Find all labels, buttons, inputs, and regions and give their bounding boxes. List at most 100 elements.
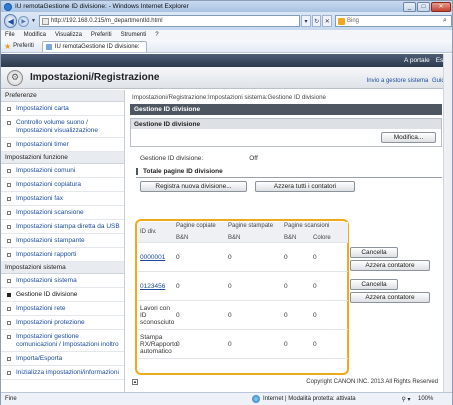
reset-counter-button-row-1[interactable]: Azzera contatore: [350, 260, 430, 271]
sidebar-label: Impostazioni scansione: [16, 209, 84, 216]
sidebar-item[interactable]: Impostazioni copiatura: [1, 178, 124, 192]
cell-scan-bw: 0: [284, 282, 288, 290]
sidebar-label: Impostazioni funzione: [5, 154, 68, 161]
url-dropdown-icon[interactable]: ▾: [301, 15, 311, 27]
cell-print: 0: [228, 340, 232, 348]
stop-icon[interactable]: ✕: [322, 15, 332, 27]
favorites-bar: ★ Preferiti IU remotaGestione ID divisio…: [1, 40, 452, 53]
menu-visualizza[interactable]: Visualizza: [55, 32, 82, 38]
edit-button[interactable]: Modifica...: [381, 132, 436, 143]
sidebar-item[interactable]: Impostazioni rapporti: [1, 248, 124, 262]
ie-icon: [4, 2, 12, 11]
sidebar-item[interactable]: Impostazioni fax: [1, 192, 124, 206]
divider: [136, 177, 442, 178]
reset-counter-button-row-2[interactable]: Azzera contatore: [350, 292, 430, 303]
delete-button-row-1[interactable]: Cancella: [350, 247, 398, 258]
sidebar-label: Impostazioni sistema: [16, 277, 77, 284]
division-id-link[interactable]: 0123456: [138, 283, 176, 290]
table-row: 0123456 0 0 0 0: [138, 272, 348, 301]
sidebar-item[interactable]: Impostazioni comuni: [1, 164, 124, 178]
page-scrollbar[interactable]: [443, 54, 452, 392]
browser-window: IU remotaGestione ID divisione: - Window…: [0, 0, 453, 405]
menu-preferiti[interactable]: Preferiti: [91, 32, 112, 38]
header-id: ID div.: [140, 229, 157, 235]
row-action-buttons: Cancella Azzera contatore Cancella Azzer…: [350, 222, 440, 303]
delete-button-row-2[interactable]: Cancella: [350, 279, 398, 290]
reset-all-counters-button[interactable]: Azzera tutti i contatori: [255, 181, 355, 192]
header-copy: Pagine copiate: [176, 223, 216, 229]
sidebar-label: Impostazioni copiatura: [16, 181, 82, 188]
bullet-icon: [7, 169, 11, 173]
sidebar-item[interactable]: Inizializza impostazioni/informazioni: [1, 366, 124, 380]
division-id-link[interactable]: 0000001: [138, 254, 176, 261]
cell-scan-color: 0: [313, 253, 317, 261]
cell-scan-color: 0: [313, 311, 317, 319]
send-to-manager-link[interactable]: Invio a gestore sistema: [367, 78, 429, 84]
table-row: 0000001 0 0 0 0: [138, 243, 348, 272]
minimize-button[interactable]: _: [403, 1, 416, 12]
settings-logo-icon: ⚙: [7, 69, 23, 86]
sidebar-label: Controllo volume suono / Impostazioni vi…: [16, 119, 99, 134]
cell-copy: 0: [176, 253, 180, 261]
cell-scan-bw: 0: [284, 340, 288, 348]
sidebar: Preferenze Impostazioni carta Controllo vo…: [1, 90, 125, 392]
sidebar-item[interactable]: Impostazioni stampante: [1, 234, 124, 248]
sidebar-item[interactable]: Importa/Esporta: [1, 352, 124, 366]
sidebar-item[interactable]: Impostazioni scansione: [1, 206, 124, 220]
division-table: ID div. Pagine copiate B&N Pagine stampa…: [138, 222, 348, 359]
section-title-bar: Gestione ID divisione: [130, 104, 442, 115]
header-scan: Pagine scansioni: [284, 223, 330, 229]
history-dropdown-icon[interactable]: ▼: [31, 18, 36, 24]
sidebar-item[interactable]: Impostazioni timer: [1, 138, 124, 152]
browser-tab[interactable]: IU remotaGestione ID divisione:: [41, 41, 147, 52]
sidebar-item[interactable]: Impostazioni gestione comunicazioni / Im…: [1, 330, 124, 352]
page-title: Impostazioni/Registrazione: [30, 72, 160, 83]
security-zone: Internet | Modalità protetta: attivata: [252, 395, 394, 403]
sidebar-label: Impostazioni timer: [16, 141, 69, 148]
register-division-button[interactable]: Registra nuova divisione...: [140, 181, 247, 192]
header-print: Pagine stampate: [228, 223, 274, 229]
maximize-button[interactable]: □: [417, 1, 430, 12]
sidebar-label: Importa/Esporta: [16, 355, 63, 362]
sidebar-label: Impostazioni rapporti: [16, 251, 77, 258]
settings-panel: Gestione ID divisione Modifica...: [130, 118, 442, 147]
sidebar-item[interactable]: Impostazioni rete: [1, 302, 124, 316]
sidebar-item[interactable]: Gestione ID divisione: [1, 288, 124, 302]
search-input[interactable]: Bing ⌕: [335, 15, 452, 27]
menu-modifica[interactable]: Modifica: [24, 32, 46, 38]
main-content: Impostazioni/Registrazione:Impostazioni …: [130, 90, 442, 392]
url-field[interactable]: http://192.168.0.215/m_departmentId.html: [38, 15, 301, 27]
portal-link[interactable]: A portale: [404, 57, 430, 64]
sidebar-label: Impostazioni stampante: [16, 237, 85, 244]
sidebar-item[interactable]: Impostazioni protezione: [1, 316, 124, 330]
sidebar-label: Gestione ID divisione: [16, 291, 78, 298]
totals-button-row: Registra nuova divisione... Azzera tutti…: [140, 181, 442, 192]
forward-button[interactable]: ▶: [18, 15, 29, 27]
zoom-level[interactable]: 100%: [418, 396, 452, 402]
refresh-icon[interactable]: ↻: [311, 15, 322, 27]
close-button[interactable]: ✕: [431, 1, 451, 12]
search-icon[interactable]: ⌕: [439, 17, 451, 25]
menu-strumenti[interactable]: Strumenti: [121, 32, 147, 38]
menu-file[interactable]: File: [5, 32, 15, 38]
favorites-button[interactable]: Preferiti: [13, 43, 34, 49]
cell-print: 0: [228, 253, 232, 261]
bullet-icon: [7, 197, 11, 201]
sidebar-item[interactable]: Impostazioni sistema: [1, 274, 124, 288]
protected-mode-icon[interactable]: ⚲ ▾: [394, 396, 418, 403]
menu-help[interactable]: ?: [155, 32, 158, 38]
sidebar-label: Impostazioni fax: [16, 195, 63, 202]
sidebar-item[interactable]: Controllo volume suono / Impostazioni vi…: [1, 116, 124, 138]
sidebar-section: Preferenze: [1, 90, 124, 102]
page-icon: [41, 17, 49, 25]
back-button[interactable]: ◀: [4, 14, 18, 28]
sidebar-item[interactable]: Impostazioni stampa diretta da USB: [1, 220, 124, 234]
sidebar-label: Impostazioni protezione: [16, 319, 85, 326]
favorites-star-icon[interactable]: ★: [4, 42, 11, 51]
bullet-icon: [7, 307, 11, 311]
bullet-icon: [7, 371, 11, 375]
sidebar-item[interactable]: Impostazioni carta: [1, 102, 124, 116]
cell-copy: 0: [176, 340, 180, 348]
bullet-icon: [7, 239, 11, 243]
bing-icon: [338, 17, 345, 25]
